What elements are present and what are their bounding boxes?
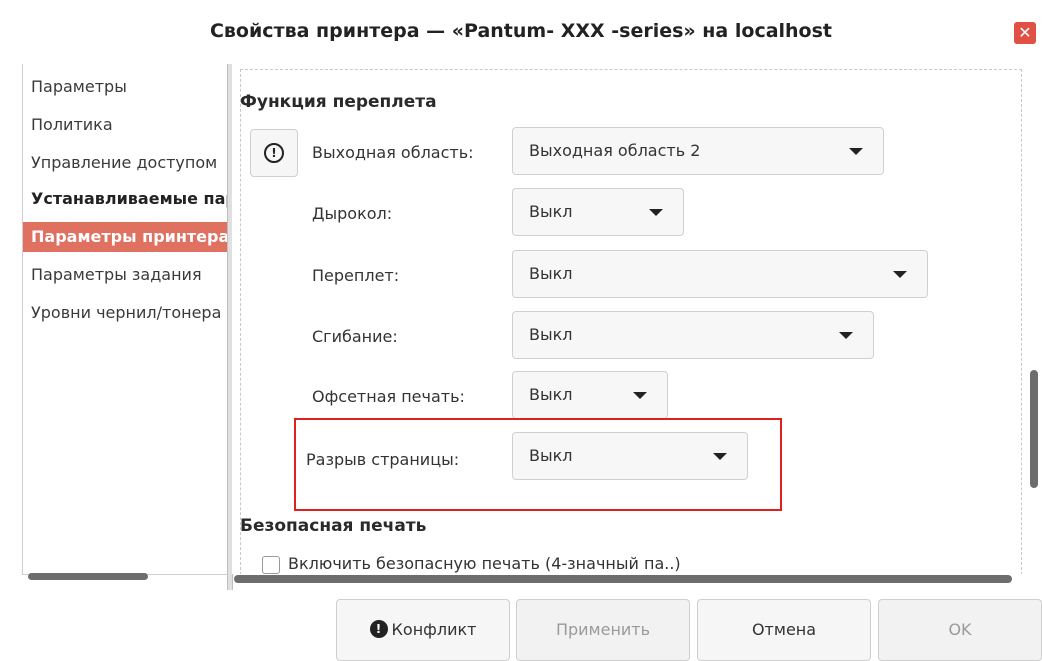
chevron-down-icon bbox=[713, 453, 727, 460]
sidebar: Параметры Политика Управление доступом У… bbox=[22, 64, 229, 575]
offset-print-select[interactable]: Выкл bbox=[512, 371, 668, 419]
exclamation-icon: ! bbox=[264, 143, 284, 163]
apply-button-label: Применить bbox=[555, 620, 651, 639]
ok-button-label: OK bbox=[948, 620, 972, 639]
sidebar-item-ink-levels[interactable]: Уровни чернил/тонера bbox=[23, 298, 229, 328]
printer-options-panel: Функция переплета ! Выходная область: Вы… bbox=[232, 64, 1022, 574]
sidebar-item-policy[interactable]: Политика bbox=[23, 110, 229, 140]
cancel-button-label: Отмена bbox=[751, 620, 817, 639]
chevron-down-icon bbox=[849, 148, 863, 155]
secure-print-checkbox-label: Включить безопасную печать (4-значный па… bbox=[288, 554, 681, 573]
offset-print-value: Выкл bbox=[529, 385, 573, 404]
conflict-button[interactable]: ! Конфликт bbox=[336, 599, 510, 661]
conflict-indicator-button[interactable]: ! bbox=[250, 129, 298, 177]
chevron-down-icon bbox=[839, 332, 853, 339]
ok-button[interactable]: OK bbox=[878, 599, 1042, 661]
output-bin-value: Выходная область 2 bbox=[529, 141, 701, 160]
close-button[interactable]: ✕ bbox=[1014, 22, 1036, 44]
sidebar-item-parameters[interactable]: Параметры bbox=[23, 72, 229, 102]
chevron-down-icon bbox=[649, 209, 663, 216]
conflict-button-label: Конфликт bbox=[391, 620, 477, 639]
output-bin-label: Выходная область: bbox=[312, 143, 474, 162]
sidebar-item-installable-options[interactable]: Устанавливаемые параметры bbox=[23, 184, 229, 214]
exclamation-icon: ! bbox=[369, 619, 388, 638]
page-break-value: Выкл bbox=[529, 446, 573, 465]
folding-label: Сгибание: bbox=[312, 327, 398, 346]
binding-section-title: Функция переплета bbox=[240, 92, 437, 112]
offset-print-label: Офсетная печать: bbox=[312, 387, 465, 406]
horizontal-scrollbar[interactable] bbox=[234, 575, 1012, 583]
binding-label: Переплет: bbox=[312, 266, 400, 285]
folding-select[interactable]: Выкл bbox=[512, 311, 874, 359]
output-bin-select[interactable]: Выходная область 2 bbox=[512, 127, 884, 175]
apply-button[interactable]: Применить bbox=[516, 599, 690, 661]
sidebar-item-printer-options[interactable]: Параметры принтера bbox=[23, 222, 229, 252]
sidebar-item-access-control[interactable]: Управление доступом bbox=[23, 148, 229, 178]
secure-print-section-title: Безопасная печать bbox=[240, 516, 427, 536]
hole-punch-value: Выкл bbox=[529, 202, 573, 221]
sidebar-horizontal-scrollbar[interactable] bbox=[28, 573, 148, 580]
hole-punch-label: Дырокол: bbox=[312, 204, 393, 223]
sidebar-item-job-options[interactable]: Параметры задания bbox=[23, 260, 229, 290]
secure-print-checkbox[interactable] bbox=[262, 556, 280, 574]
vertical-scrollbar[interactable] bbox=[1030, 370, 1038, 488]
title-bar: Свойства принтера — «Pantum- XXX -series… bbox=[0, 0, 1042, 64]
cancel-button[interactable]: Отмена bbox=[697, 599, 871, 661]
page-break-label: Разрыв страницы: bbox=[306, 450, 460, 469]
hole-punch-select[interactable]: Выкл bbox=[512, 188, 684, 236]
binding-value: Выкл bbox=[529, 264, 573, 283]
page-break-select[interactable]: Выкл bbox=[512, 432, 748, 480]
folding-value: Выкл bbox=[529, 325, 573, 344]
window-title: Свойства принтера — «Pantum- XXX -series… bbox=[209, 20, 833, 42]
binding-select[interactable]: Выкл bbox=[512, 250, 928, 298]
chevron-down-icon bbox=[893, 271, 907, 278]
chevron-down-icon bbox=[633, 392, 647, 399]
